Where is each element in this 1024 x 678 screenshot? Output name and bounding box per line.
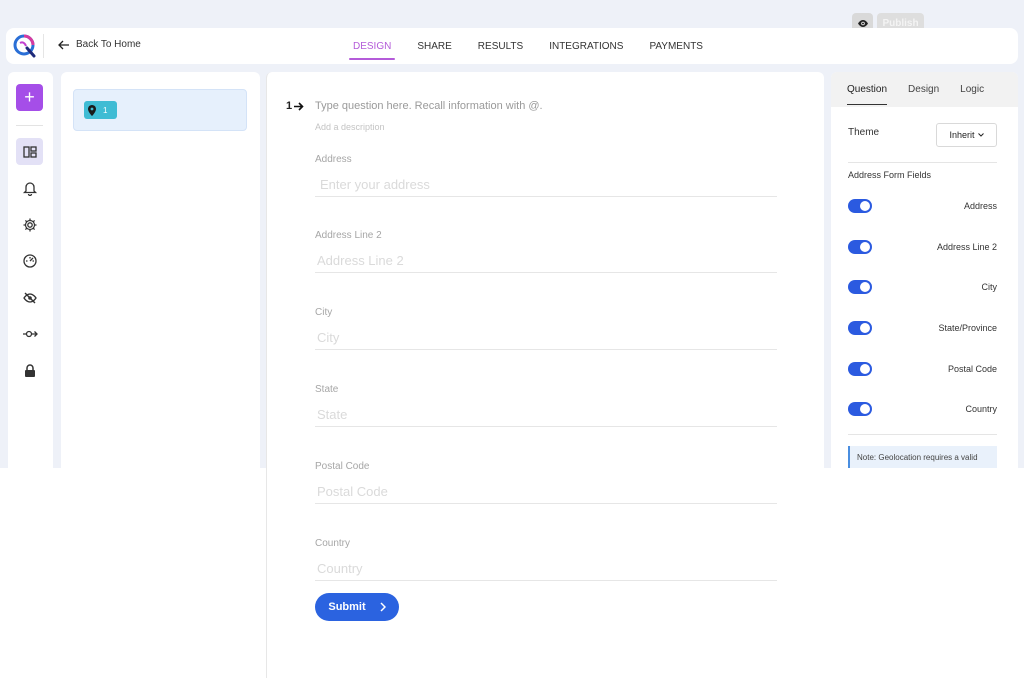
tab-question[interactable]: Question (847, 72, 888, 107)
layout-icon (22, 145, 37, 158)
back-label: Back To Home (76, 39, 141, 50)
tab-design-settings[interactable]: Design (908, 72, 939, 107)
arrow-right-icon (294, 101, 304, 111)
toggle-label: State/Province (938, 323, 997, 333)
address-label: Address (315, 154, 352, 165)
bell-icon (22, 181, 37, 196)
city-input[interactable] (315, 326, 777, 350)
toggle-row-address: Address (848, 198, 997, 214)
chevron-down-icon (977, 133, 984, 137)
add-question-button[interactable]: + (16, 84, 43, 111)
address-line-2-label: Address Line 2 (315, 230, 382, 241)
address-fields-title: Address Form Fields (848, 170, 932, 180)
arrow-left-icon (58, 40, 69, 49)
top-header: Back To Home DESIGN SHARE RESULTS INTEGR… (6, 28, 1018, 64)
postal-code-toggle[interactable] (848, 362, 872, 376)
question-index-number: 1 (286, 100, 293, 112)
theme-value: Inherit (949, 130, 975, 140)
city-label: City (315, 307, 333, 318)
settings-tabs: Question Design Logic (831, 72, 1018, 107)
question-badge: 1 (84, 101, 117, 119)
toggle-label: Country (965, 404, 997, 414)
toggle-row-city: City (848, 279, 997, 295)
left-sidebar: + (8, 72, 53, 468)
gear-icon (23, 218, 36, 231)
sidebar-item-notifications[interactable] (16, 174, 43, 201)
country-label: Country (315, 538, 351, 549)
header-divider (43, 34, 44, 58)
toggle-label: Postal Code (947, 364, 997, 374)
settings-divider (848, 434, 997, 435)
question-index: 1 (286, 100, 304, 112)
tab-integrations[interactable]: INTEGRATIONS (539, 28, 633, 64)
tab-share[interactable]: SHARE (407, 28, 461, 64)
app-logo[interactable] (12, 33, 38, 59)
tab-payments[interactable]: PAYMENTS (639, 28, 713, 64)
tab-logic[interactable]: Logic (960, 72, 984, 107)
state-label: State (315, 384, 339, 395)
chevron-right-icon (380, 602, 386, 612)
settings-panel: Question Design Logic Theme Inherit Addr… (831, 72, 1018, 468)
speedometer-icon (22, 253, 37, 268)
sidebar-item-settings[interactable] (16, 211, 43, 238)
question-title-input[interactable]: Type question here. Recall information w… (315, 100, 543, 112)
tab-results[interactable]: RESULTS (468, 28, 533, 64)
state-input[interactable] (315, 403, 777, 427)
submit-label: Submit (328, 601, 366, 613)
eye-icon (857, 19, 868, 27)
postal-code-label: Postal Code (315, 461, 370, 472)
address-input[interactable] (315, 173, 777, 197)
city-toggle[interactable] (848, 280, 872, 294)
theme-select[interactable]: Inherit (936, 123, 997, 147)
postal-code-input[interactable] (315, 480, 777, 504)
question-card[interactable]: 1 (73, 89, 247, 131)
eye-off-icon (22, 292, 37, 303)
sidebar-item-layout[interactable] (16, 138, 43, 165)
tab-design[interactable]: DESIGN (343, 28, 401, 64)
sidebar-item-logic[interactable] (16, 320, 43, 347)
toggle-row-country: Country (848, 401, 997, 417)
geolocation-note: Note: Geolocation requires a valid (848, 446, 997, 468)
toggle-label: Address Line 2 (936, 242, 997, 252)
question-description-input[interactable]: Add a description (315, 122, 385, 132)
country-toggle[interactable] (848, 402, 872, 416)
sidebar-item-visibility[interactable] (16, 284, 43, 311)
toggle-label: City (981, 282, 998, 292)
toggle-row-postal-code: Postal Code (848, 361, 997, 377)
address-line-2-toggle[interactable] (848, 240, 872, 254)
theme-label: Theme (848, 127, 880, 138)
submit-button[interactable]: Submit (315, 593, 399, 621)
main-nav: DESIGN SHARE RESULTS INTEGRATIONS PAYMEN… (343, 28, 719, 64)
lock-icon (24, 363, 35, 377)
toggle-row-address-line-2: Address Line 2 (848, 239, 997, 255)
sidebar-item-lock[interactable] (16, 357, 43, 384)
state-toggle[interactable] (848, 321, 872, 335)
toggle-row-state: State/Province (848, 320, 997, 336)
form-canvas: 1 Type question here. Recall information… (266, 72, 824, 678)
map-pin-icon (88, 104, 96, 116)
question-list-panel: 1 (61, 72, 260, 468)
question-number: 1 (103, 105, 108, 115)
sidebar-item-speed[interactable] (16, 247, 43, 274)
address-line-2-input[interactable] (315, 249, 777, 273)
sidebar-divider (16, 125, 43, 126)
country-input[interactable] (315, 557, 777, 581)
address-toggle[interactable] (848, 199, 872, 213)
settings-divider (848, 162, 997, 163)
back-to-home-link[interactable]: Back To Home (58, 39, 141, 50)
logic-flow-icon (22, 330, 38, 337)
toggle-label: Address (963, 201, 997, 211)
